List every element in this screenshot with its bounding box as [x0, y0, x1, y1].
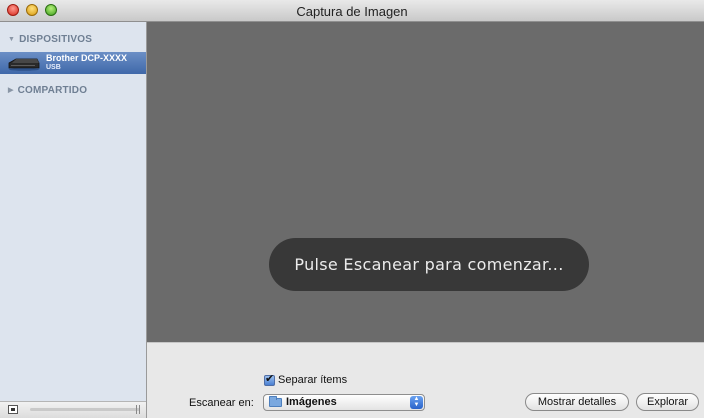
scanner-icon	[8, 58, 40, 71]
window-title: Captura de Imagen	[296, 4, 408, 19]
scan-to-label: Escanear en:	[189, 397, 254, 409]
hud-message: Pulse Escanear para comenzar...	[294, 255, 564, 274]
sidebar-footer	[0, 401, 146, 418]
separate-items-label[interactable]: Separar ítems	[278, 374, 347, 386]
scan-to-popup[interactable]: Imágenes ▲ ▼	[263, 394, 425, 411]
resize-grip-icon[interactable]	[136, 405, 142, 414]
title-bar: Captura de Imagen	[0, 0, 704, 22]
popup-arrows-icon: ▲ ▼	[410, 396, 423, 409]
disclosure-collapsed-icon[interactable]: ▶	[8, 86, 14, 94]
sidebar-item-brother-scanner[interactable]: Brother DCP-XXXX USB	[0, 52, 146, 74]
device-name: Brother DCP-XXXX	[46, 53, 128, 63]
explore-button[interactable]: Explorar	[636, 393, 699, 411]
show-details-button[interactable]: Mostrar detalles	[525, 393, 629, 411]
sidebar: ▼ DISPOSITIVOS Brother DCP-XXXX USB ▶ COMP…	[0, 22, 147, 418]
scan-preview-area: Pulse Escanear para comenzar...	[147, 22, 704, 342]
scan-controls: Separar ítems Escanear en: Imágenes ▲▼ M…	[147, 342, 704, 418]
scan-to-value: Imágenes	[286, 396, 337, 408]
separate-items-checkbox[interactable]	[264, 372, 275, 386]
folder-icon	[269, 396, 282, 407]
shared-section-header[interactable]: ▶ COMPARTIDO	[8, 85, 87, 96]
devices-header-label: DISPOSITIVOS	[19, 34, 93, 45]
device-connection: USB	[46, 64, 61, 71]
disclosure-expanded-icon[interactable]: ▼	[8, 36, 15, 43]
sidebar-toggle-button[interactable]	[8, 405, 18, 414]
shared-header-label: COMPARTIDO	[17, 85, 88, 96]
devices-section-header[interactable]: ▼ DISPOSITIVOS	[8, 34, 92, 45]
status-hud: Pulse Escanear para comenzar...	[269, 238, 589, 291]
sidebar-horizontal-scrollbar[interactable]	[30, 408, 140, 411]
